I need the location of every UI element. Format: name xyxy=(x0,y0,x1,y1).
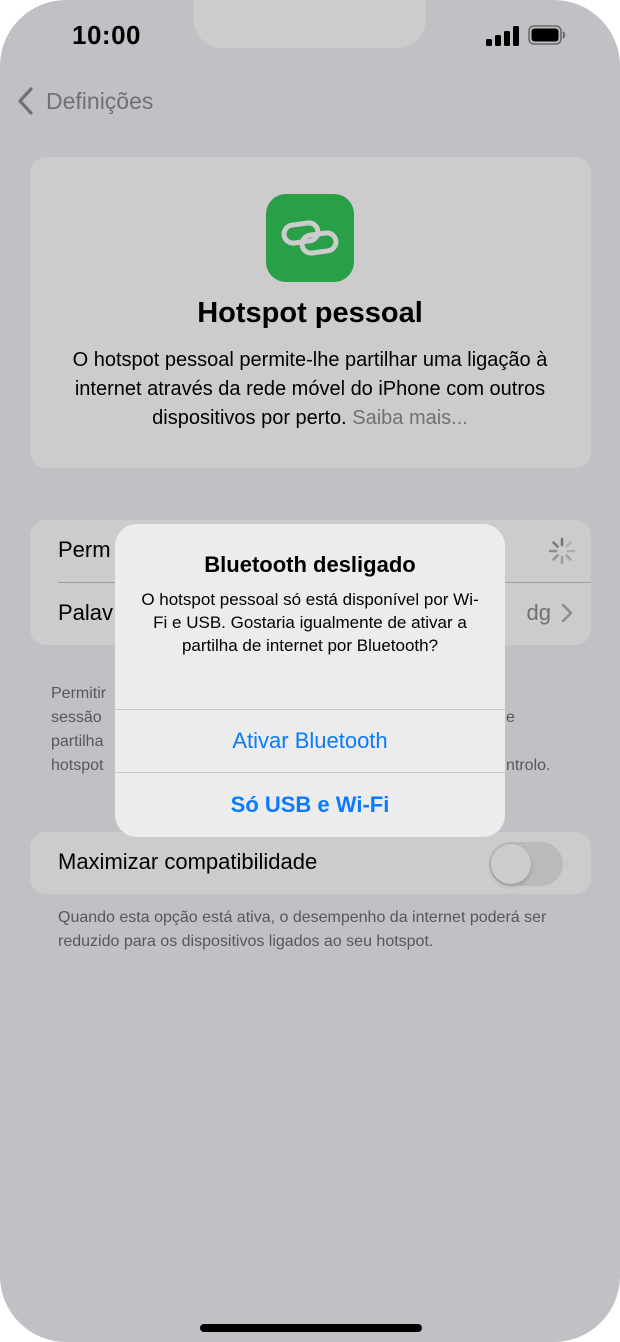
bluetooth-alert: Bluetooth desligado O hotspot pessoal só… xyxy=(115,524,505,837)
enable-bluetooth-button[interactable]: Ativar Bluetooth xyxy=(115,710,505,772)
alert-message: O hotspot pessoal só está disponível por… xyxy=(141,590,479,655)
alert-title: Bluetooth desligado xyxy=(204,552,416,577)
phone-screen: 10:00 Definições Hotspot pessoal O hotsp… xyxy=(0,0,620,1342)
alert-divider xyxy=(115,772,505,773)
home-indicator[interactable] xyxy=(200,1324,422,1332)
usb-wifi-only-button[interactable]: Só USB e Wi-Fi xyxy=(115,774,505,836)
